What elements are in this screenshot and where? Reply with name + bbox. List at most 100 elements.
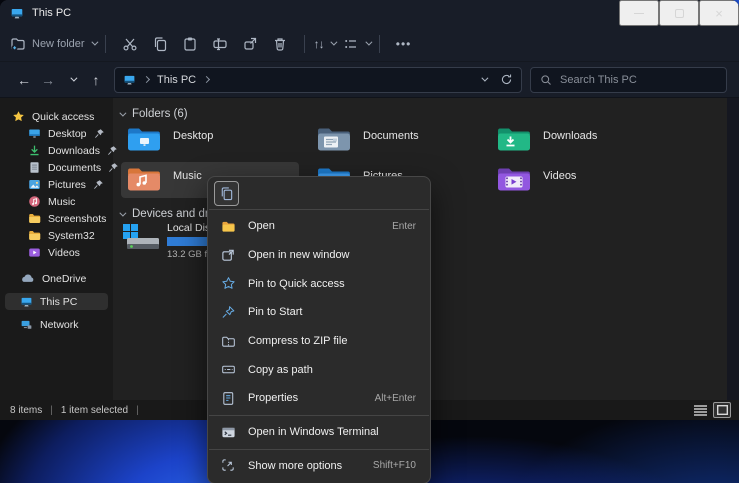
desktop-wallpaper: This PC × New folder: [0, 0, 739, 483]
refresh-icon[interactable]: [500, 73, 513, 86]
selection-count: 1 item selected: [61, 405, 128, 416]
menu-item-properties[interactable]: Properties Alt+Enter: [208, 384, 430, 413]
folder-tile-desktop[interactable]: Desktop: [121, 122, 299, 158]
rename-icon: [212, 36, 228, 52]
folder-icon: [28, 212, 41, 225]
paste-button[interactable]: [175, 30, 205, 58]
sidebar-item-this-pc[interactable]: This PC: [5, 293, 108, 310]
sort-button[interactable]: ↑↓: [314, 37, 335, 51]
sidebar-item-label: Desktop: [48, 128, 87, 140]
search-box[interactable]: [530, 67, 727, 93]
up-button[interactable]: ↑: [84, 68, 108, 92]
menu-separator: [209, 415, 429, 416]
delete-button[interactable]: [265, 30, 295, 58]
local-disk-icon: [121, 222, 161, 260]
menu-item-label: Open in new window: [248, 249, 408, 261]
breadcrumb-this-pc[interactable]: This PC: [157, 74, 196, 86]
address-bar[interactable]: This PC: [114, 67, 522, 93]
pin-icon: [94, 128, 105, 139]
sidebar-item-music[interactable]: Music: [5, 193, 108, 210]
item-count: 8 items: [10, 405, 42, 416]
share-icon: [242, 36, 258, 52]
music-folder-icon: [127, 166, 161, 192]
sidebar-item-system32[interactable]: System32: [5, 227, 108, 244]
folder-tile-label: Documents: [363, 130, 419, 142]
folder-tile-label: Videos: [543, 170, 576, 182]
window-controls: ×: [619, 0, 739, 26]
menu-item-pin-to-start[interactable]: Pin to Start: [208, 298, 430, 327]
menu-item-copy-as-path[interactable]: Copy as path: [208, 355, 430, 384]
recent-locations-button[interactable]: [60, 68, 84, 92]
pin-start-icon: [221, 305, 236, 320]
scrollbar[interactable]: [727, 98, 739, 400]
sidebar-item-documents[interactable]: Documents: [5, 159, 108, 176]
status-divider: |: [50, 405, 53, 416]
paste-icon: [182, 36, 198, 52]
sidebar-item-network[interactable]: Network: [5, 316, 108, 333]
menu-item-show-more-options[interactable]: Show more options Shift+F10: [208, 452, 430, 481]
maximize-button[interactable]: [659, 0, 699, 26]
toolbar-separator: [105, 35, 106, 53]
folder-tile-videos[interactable]: Videos: [491, 162, 669, 198]
menu-item-label: Properties: [248, 392, 367, 404]
share-button[interactable]: [235, 30, 265, 58]
see-more-button[interactable]: •••: [389, 30, 419, 58]
rename-button[interactable]: [205, 30, 235, 58]
more-icon: •••: [396, 37, 412, 51]
folders-section-header[interactable]: Folders (6): [119, 108, 188, 120]
folder-tile-downloads[interactable]: Downloads: [491, 122, 669, 158]
cut-button[interactable]: [115, 30, 145, 58]
menu-item-shortcut: Alt+Enter: [375, 393, 416, 404]
menu-item-shortcut: Shift+F10: [373, 460, 416, 471]
menu-item-label: Copy as path: [248, 364, 408, 376]
sidebar-item-videos[interactable]: Videos: [5, 244, 108, 261]
menu-item-pin-to-quick-access[interactable]: Pin to Quick access: [208, 269, 430, 298]
copy-button[interactable]: [145, 30, 175, 58]
window-title: This PC: [32, 7, 71, 19]
menu-separator: [209, 449, 429, 450]
close-icon: ×: [715, 6, 723, 21]
sidebar-item-desktop[interactable]: Desktop: [5, 125, 108, 142]
copy-path-icon: [221, 362, 236, 377]
search-icon: [540, 74, 552, 86]
back-button[interactable]: ←: [12, 68, 36, 92]
folder-tile-documents[interactable]: Documents: [311, 122, 489, 158]
menu-item-compress-to-zip[interactable]: Compress to ZIP file: [208, 327, 430, 356]
large-icons-view-button[interactable]: [713, 402, 731, 418]
breadcrumb-separator-icon: [203, 76, 210, 83]
sidebar-item-downloads[interactable]: Downloads: [5, 142, 108, 159]
new-folder-button[interactable]: New folder: [10, 36, 96, 52]
close-button[interactable]: ×: [699, 0, 739, 26]
delete-icon: [272, 36, 288, 52]
star-icon: [12, 110, 25, 123]
menu-item-open-in-windows-terminal[interactable]: Open in Windows Terminal: [208, 418, 430, 447]
menu-item-open[interactable]: Open Enter: [208, 212, 430, 241]
sidebar-item-label: Videos: [48, 247, 80, 259]
menu-item-open-in-new-window[interactable]: Open in new window: [208, 241, 430, 270]
address-dropdown-icon[interactable]: [481, 75, 488, 82]
minimize-icon: [634, 13, 644, 14]
navigation-pane: Quick access Desktop Downloads Documents: [0, 98, 113, 400]
network-icon: [20, 319, 33, 331]
forward-button[interactable]: →: [36, 68, 60, 92]
view-button[interactable]: [343, 36, 370, 52]
sidebar-item-label: System32: [48, 230, 95, 242]
sidebar-item-pictures[interactable]: Pictures: [5, 176, 108, 193]
document-icon: [28, 161, 41, 174]
sidebar-item-screenshots[interactable]: Screenshots: [5, 210, 108, 227]
copy-button[interactable]: [214, 181, 239, 206]
chevron-down-icon: [365, 39, 372, 46]
menu-item-label: Compress to ZIP file: [248, 335, 408, 347]
sidebar-item-quick-access[interactable]: Quick access: [5, 108, 108, 125]
copy-icon: [219, 186, 234, 201]
menu-item-label: Pin to Quick access: [248, 278, 408, 290]
search-input[interactable]: [560, 74, 717, 86]
this-pc-icon: [123, 74, 136, 86]
cloud-icon: [20, 273, 35, 284]
sidebar-item-onedrive[interactable]: OneDrive: [5, 270, 108, 287]
copy-icon: [152, 36, 168, 52]
sort-icon: ↑↓: [314, 37, 324, 51]
details-view-button[interactable]: [694, 405, 707, 416]
large-icons-view-icon: [717, 405, 728, 415]
minimize-button[interactable]: [619, 0, 659, 26]
